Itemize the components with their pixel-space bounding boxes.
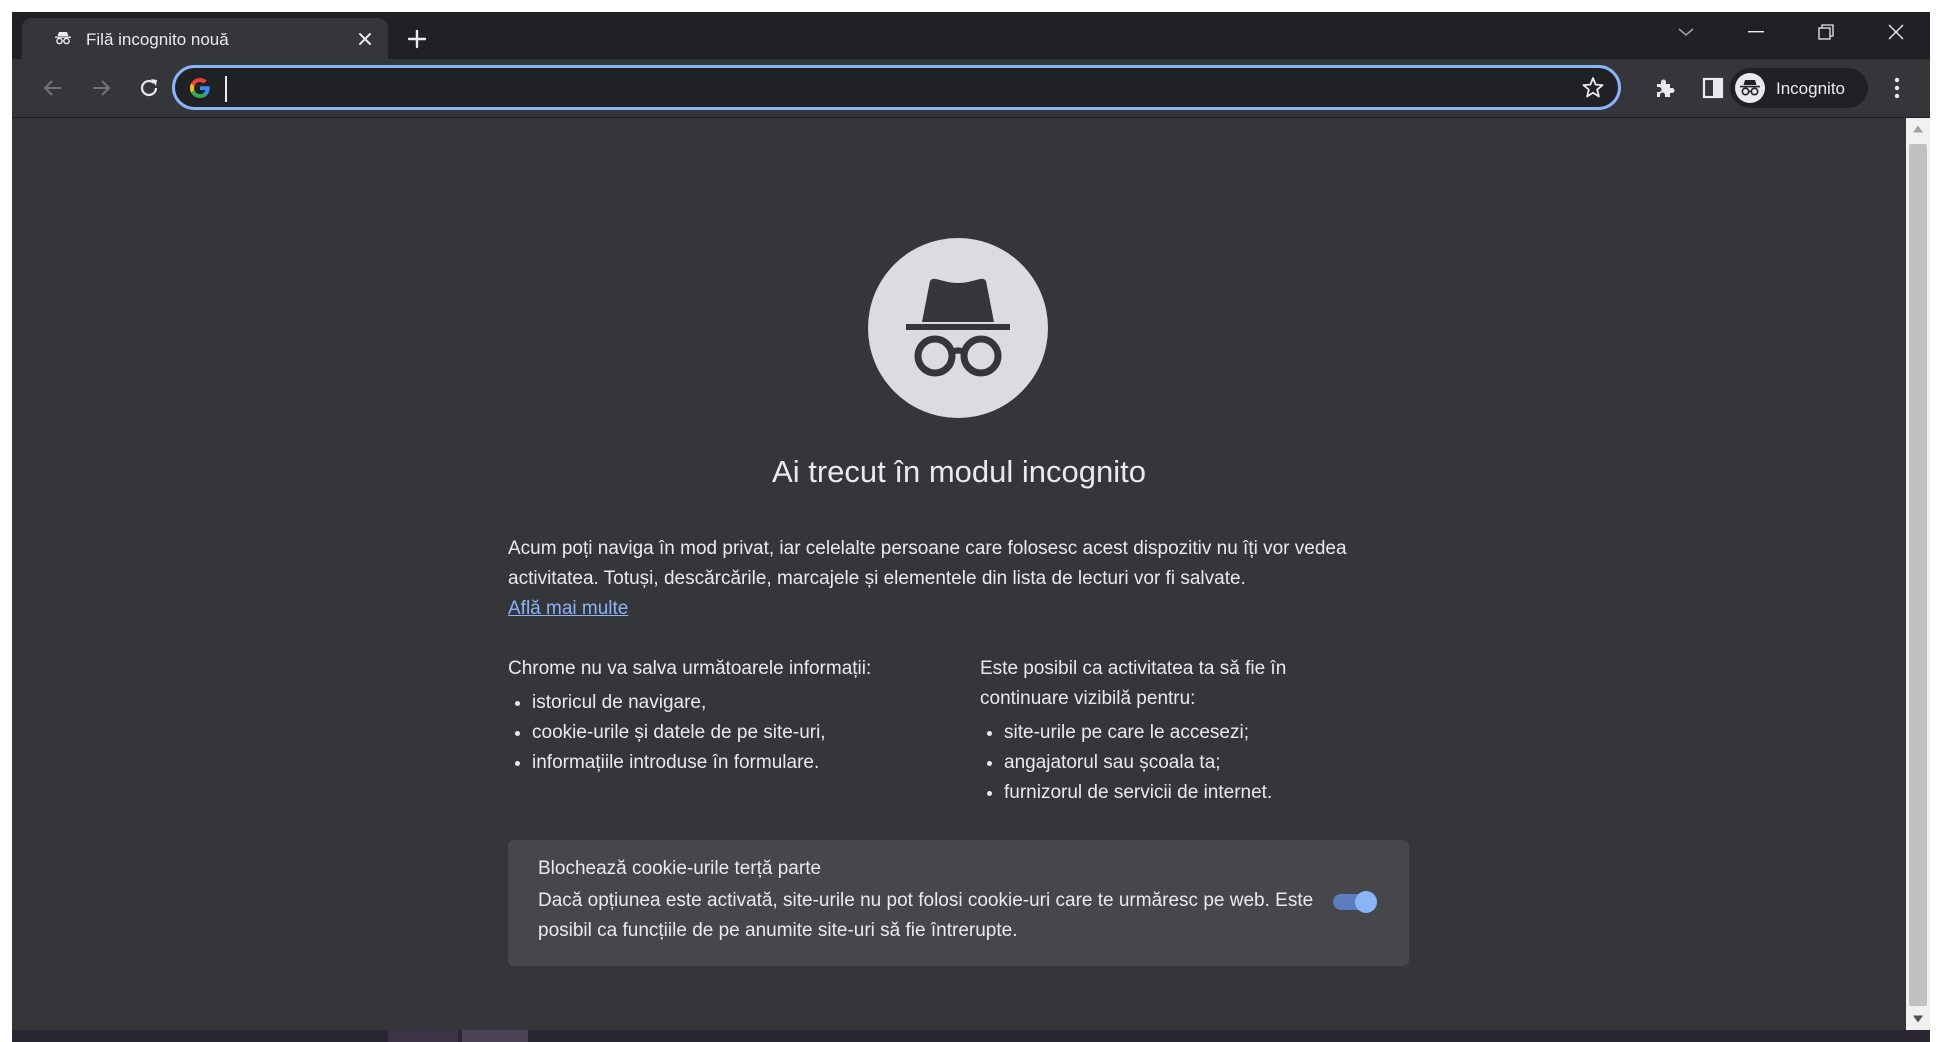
arrow-left-icon [43,80,61,96]
list-item: site-urile pe care le accesezi; [1004,718,1380,748]
incognito-icon [1740,80,1760,96]
visible-to-list: site-urile pe care le accesezi; angajato… [980,718,1380,808]
puzzle-icon [1657,79,1675,97]
chevron-down-icon [1678,28,1694,37]
bookmark-star-icon[interactable] [1580,75,1606,101]
restore-icon [1818,24,1834,40]
arrow-right-icon [93,80,111,96]
profile-button[interactable]: Incognito [1730,68,1868,108]
list-item: cookie-urile și datele de pe site-uri, [532,718,948,748]
scroll-thumb[interactable] [1909,144,1927,1006]
triangle-up-icon [1913,125,1923,133]
kebab-menu-icon [1894,77,1900,99]
vertical-scrollbar[interactable] [1906,118,1930,1030]
list-item: furnizorul de servicii de internet. [1004,778,1380,808]
back-button[interactable] [34,69,72,107]
minimize-icon [1748,31,1764,33]
visible-to-title: Este posibil ca activitatea ta să fie în… [980,658,1287,709]
page-title: Ai trecut în modul incognito [772,454,1146,489]
taskbar-item[interactable] [462,1030,528,1042]
not-saved-section: Chrome nu va salva următoarele informați… [508,654,948,778]
close-icon [1888,24,1904,40]
list-item: informațiile introduse în formulare. [532,748,948,778]
tab-title: Filă incognito nouă [86,30,229,49]
toolbar: Incognito [12,59,1930,117]
profile-label: Incognito [1776,79,1845,98]
incognito-hero-icon [868,238,1048,418]
triangle-down-icon [1913,1015,1923,1023]
scroll-up-button[interactable] [1906,118,1930,140]
menu-button[interactable] [1878,69,1916,107]
taskbar-strip [12,1030,1930,1042]
tab-search-button[interactable] [1658,12,1714,52]
intro-paragraph: Acum poți naviga în mod privat, iar cele… [508,534,1408,624]
cookie-controls-card: Blochează cookie-urile terță parte Dacă … [508,840,1409,966]
extensions-button[interactable] [1646,69,1684,107]
new-tab-button[interactable] [402,24,432,54]
reload-icon [140,79,158,97]
not-saved-title: Chrome nu va salva următoarele informați… [508,658,872,679]
browser-window: Filă incognito nouă Incognito Ai trecut … [12,12,1930,1042]
close-icon[interactable] [354,28,376,50]
close-window-button[interactable] [1868,12,1924,52]
avatar [1735,73,1765,103]
cookie-card-description: Dacă opțiunea este activată, site-urile … [538,890,1314,941]
not-saved-list: istoricul de navigare, cookie-urile și d… [508,688,948,778]
list-item: angajatorul sau școala ta; [1004,748,1380,778]
visible-to-section: Este posibil ca activitatea ta să fie în… [980,654,1380,808]
address-bar[interactable] [172,65,1621,110]
tab-incognito[interactable]: Filă incognito nouă [22,18,388,59]
forward-button[interactable] [82,69,120,107]
list-item: istoricul de navigare, [532,688,948,718]
restore-button[interactable] [1798,12,1854,52]
google-icon [190,78,210,98]
intro-text: Acum poți naviga în mod privat, iar cele… [508,538,1347,589]
incognito-icon [55,32,71,45]
incognito-page: Ai trecut în modul incognito Acum poți n… [12,118,1906,1030]
side-panel-button[interactable] [1694,69,1732,107]
toggle-knob [1355,891,1377,913]
taskbar-item[interactable] [388,1030,458,1042]
block-third-party-cookies-toggle[interactable] [1331,888,1379,916]
learn-more-link[interactable]: Află mai multe [508,598,628,619]
side-panel-icon [1702,77,1724,99]
tab-strip: Filă incognito nouă [12,12,1930,59]
minimize-button[interactable] [1728,12,1784,52]
address-input[interactable] [219,74,1523,104]
reload-button[interactable] [130,69,168,107]
cookie-card-title: Blochează cookie-urile terță parte [538,858,822,879]
scroll-down-button[interactable] [1906,1008,1930,1030]
